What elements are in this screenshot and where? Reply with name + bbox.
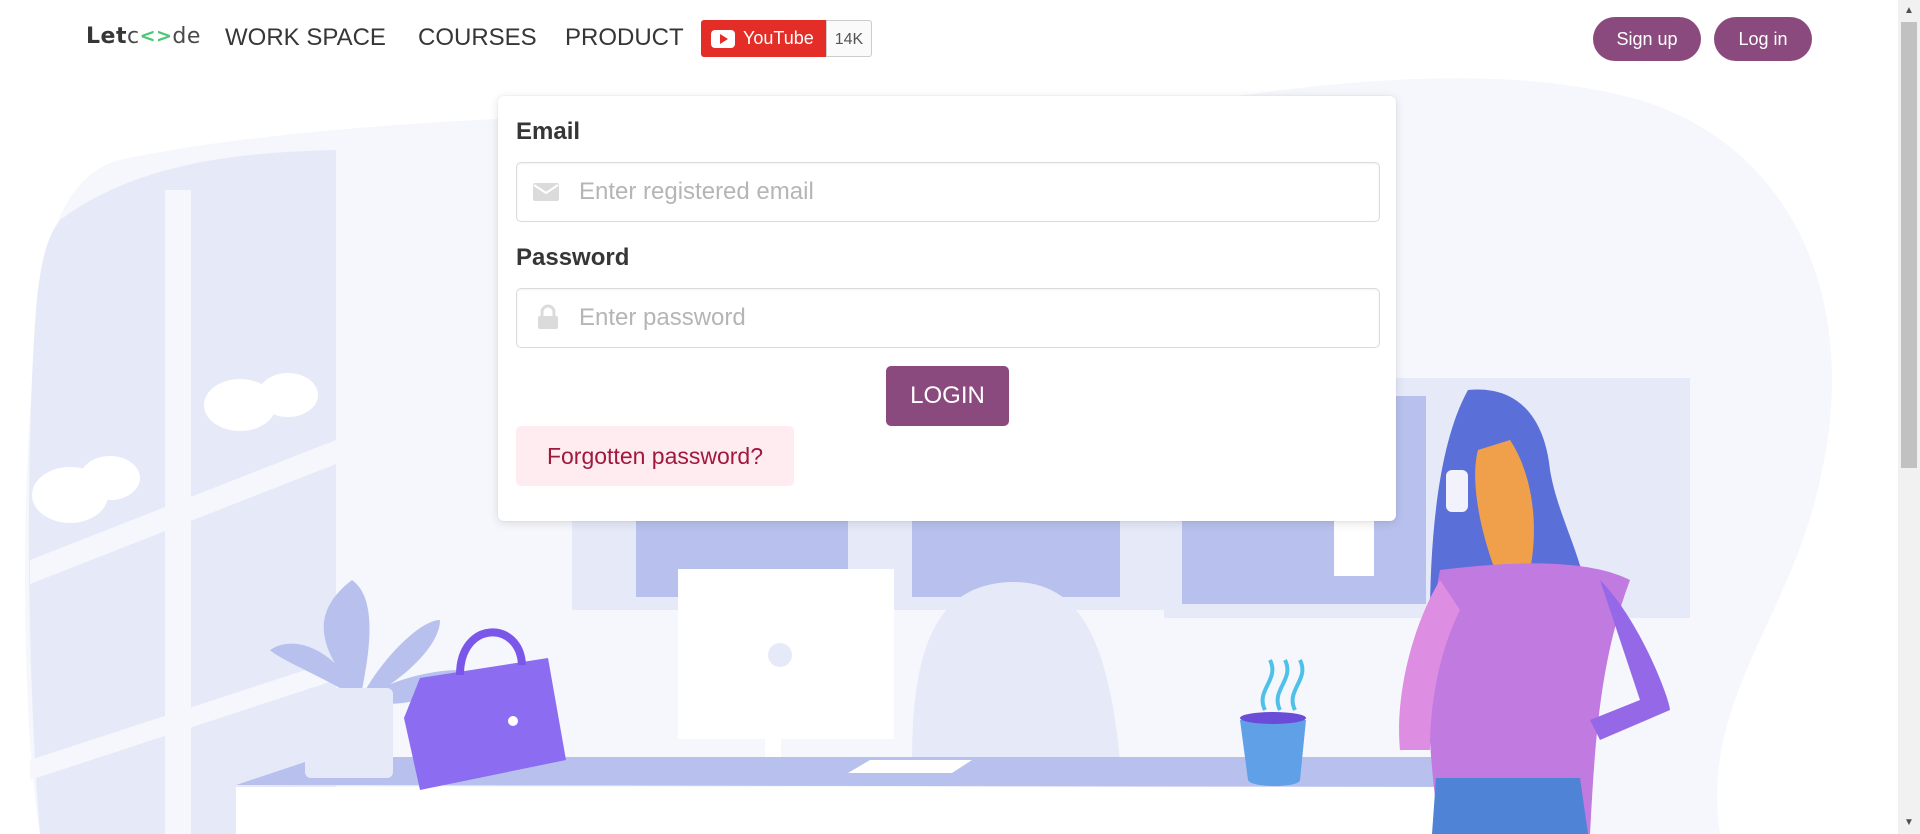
youtube-button[interactable]: YouTube <box>701 20 826 57</box>
email-field[interactable] <box>516 162 1380 222</box>
email-input[interactable] <box>577 164 1371 220</box>
password-label: Password <box>516 244 630 271</box>
forgot-password-link[interactable]: Forgotten password? <box>516 426 794 486</box>
scroll-down-arrow-icon[interactable]: ▼ <box>1898 812 1920 834</box>
phone <box>1446 470 1468 512</box>
cloud <box>80 456 140 500</box>
password-input[interactable] <box>577 290 1371 346</box>
envelope-icon <box>533 183 559 201</box>
youtube-subscriber-count: 14K <box>825 20 873 57</box>
lock-icon <box>538 304 558 329</box>
youtube-label: YouTube <box>743 28 814 48</box>
scrollbar-thumb[interactable] <box>1901 22 1917 468</box>
logo-suffix: de <box>172 24 201 49</box>
page-scrollbar[interactable]: ▲ ▼ <box>1898 0 1920 834</box>
logo-brackets-icon: <> <box>139 25 173 47</box>
desk-front <box>236 787 1476 834</box>
youtube-subscribe-widget[interactable]: YouTube 14K <box>701 20 873 57</box>
cloud <box>258 373 318 417</box>
nav-product[interactable]: PRODUCT <box>565 24 684 52</box>
email-label: Email <box>516 118 581 145</box>
letcode-logo[interactable]: Letc<>de <box>86 24 201 49</box>
password-field[interactable] <box>516 288 1380 348</box>
logo-prefix: Let <box>86 24 127 49</box>
nav-workspace[interactable]: WORK SPACE <box>225 24 386 52</box>
mug-top <box>1240 712 1306 724</box>
scroll-up-arrow-icon[interactable]: ▲ <box>1898 0 1920 22</box>
signup-button[interactable]: Sign up <box>1593 17 1701 61</box>
plant-pot <box>305 688 393 778</box>
login-nav-button[interactable]: Log in <box>1714 17 1812 61</box>
nav-courses[interactable]: COURSES <box>418 24 537 52</box>
handbag-clasp <box>508 716 518 726</box>
login-card: Email Password LOGIN Forgotten password? <box>498 96 1396 521</box>
top-navbar: Letc<>de WORK SPACE COURSES PRODUCT YouT… <box>0 0 1898 78</box>
mug <box>1240 720 1306 786</box>
woman-legs <box>1432 778 1588 834</box>
monitor-dot <box>768 643 792 667</box>
login-submit-button[interactable]: LOGIN <box>886 366 1009 426</box>
youtube-play-icon <box>711 29 735 48</box>
